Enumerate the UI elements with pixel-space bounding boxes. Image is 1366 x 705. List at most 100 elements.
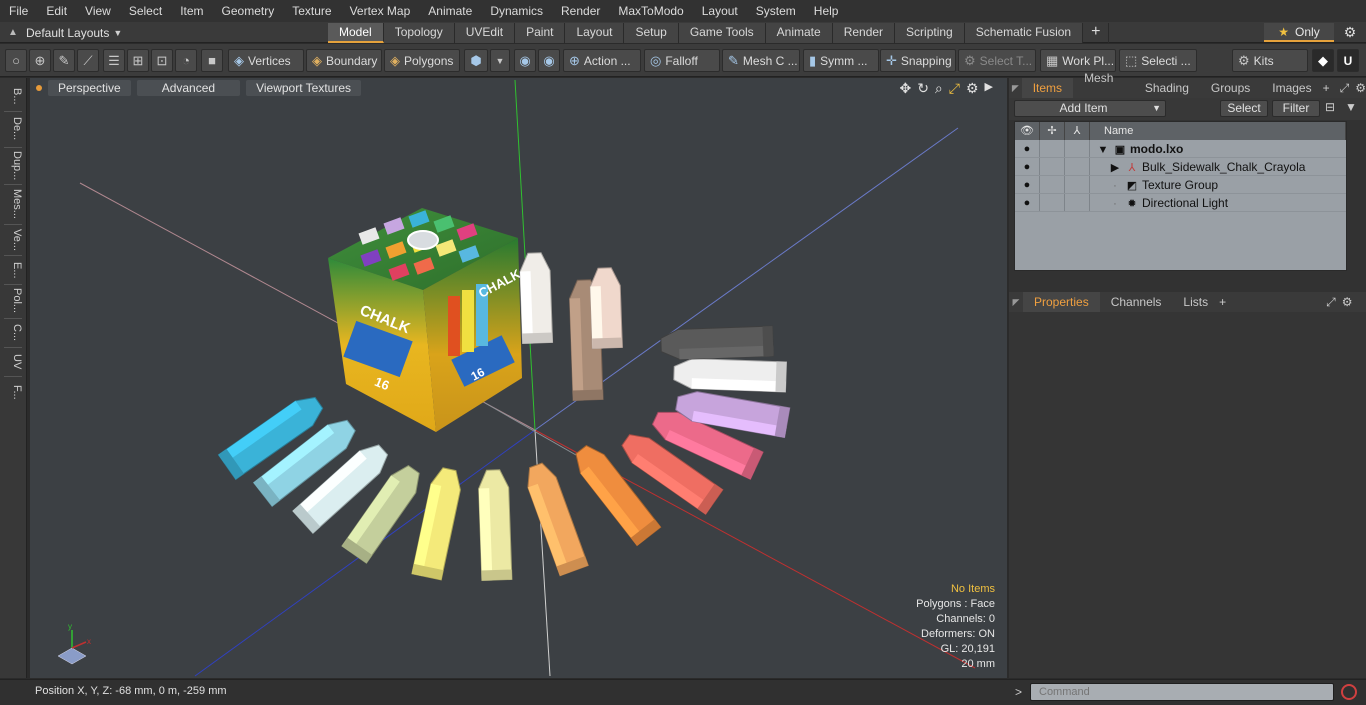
tab-model[interactable]: Model <box>328 23 384 43</box>
layout-selector[interactable]: ▲ Default Layouts ▼ <box>0 22 122 43</box>
tab-channels[interactable]: Channels <box>1100 292 1173 312</box>
add-tab-icon[interactable]: + <box>1219 295 1226 309</box>
maximize-panel-icon[interactable]: ⤢ <box>1326 295 1336 310</box>
item-row-mesh[interactable]: ● ▶ ⅄ Bulk_Sidewalk_Chalk_Crayola <box>1015 158 1346 176</box>
frame-button[interactable]: ⊡ <box>151 49 173 72</box>
lock-icon[interactable] <box>1040 194 1065 211</box>
maximize-icon[interactable]: ⤢ <box>949 80 960 97</box>
circle-select-button[interactable]: ○ <box>5 49 27 72</box>
menu-item[interactable]: Item <box>171 0 212 22</box>
tab-animate[interactable]: Animate <box>765 23 833 43</box>
tab-layout[interactable]: Layout <box>565 23 625 43</box>
menu-layout[interactable]: Layout <box>693 0 747 22</box>
lock-icon[interactable] <box>1040 176 1065 193</box>
pen-button[interactable]: ✎ <box>53 49 75 72</box>
symmetry-shape-button[interactable]: ◉ <box>538 49 560 72</box>
tab-items[interactable]: Items <box>1021 78 1074 98</box>
collapse-icon[interactable]: ⊟ <box>1325 100 1335 114</box>
menu-animate[interactable]: Animate <box>419 0 481 22</box>
eye-icon[interactable]: ● <box>1015 176 1040 193</box>
kits-button[interactable]: ⚙ Kits <box>1232 49 1308 72</box>
tab-paint[interactable]: Paint <box>515 23 566 43</box>
menu-geometry[interactable]: Geometry <box>213 0 284 22</box>
strip-tab-uv[interactable]: UV <box>3 350 23 374</box>
tab-game-tools[interactable]: Game Tools <box>678 23 766 43</box>
menu-maxtomodo[interactable]: MaxToModo <box>609 0 692 22</box>
pan-icon[interactable]: ✥ <box>899 80 911 97</box>
item-row-light[interactable]: ● · ✹ Directional Light <box>1015 194 1346 212</box>
menu-select[interactable]: Select <box>120 0 171 22</box>
item-row-scene[interactable]: ● ▼ ▣ modo.lxo <box>1015 140 1346 158</box>
tab-render[interactable]: Render <box>832 23 896 43</box>
viewport-menu-arrow-icon[interactable]: ▶ <box>985 80 993 97</box>
material-button[interactable]: ⬢ <box>464 49 488 72</box>
tab-schematic-fusion[interactable]: Schematic Fusion <box>964 23 1084 43</box>
tab-groups[interactable]: Groups <box>1200 78 1261 98</box>
only-button[interactable]: ★ Only <box>1264 23 1334 42</box>
boundary-button[interactable]: ◈ Boundary <box>306 49 382 72</box>
viewport-textures-button[interactable]: Viewport Textures <box>246 80 362 96</box>
menu-system[interactable]: System <box>747 0 805 22</box>
tab-images[interactable]: Images <box>1261 78 1322 98</box>
item-mode-button[interactable]: ■ <box>201 49 223 72</box>
filter-button[interactable]: Filter <box>1272 100 1320 117</box>
menu-dynamics[interactable]: Dynamics <box>481 0 552 22</box>
strip-tab-fusion[interactable]: F... <box>3 378 23 406</box>
command-input[interactable] <box>1030 683 1334 701</box>
menu-vertex-map[interactable]: Vertex Map <box>341 0 420 22</box>
zoom-icon[interactable]: ⌕ <box>935 80 943 97</box>
symmetry-button[interactable]: ▮ Symm ... <box>803 49 879 72</box>
tab-shading[interactable]: Shading <box>1134 78 1200 98</box>
perspective-button[interactable]: Perspective <box>48 80 131 96</box>
strip-tab-curve[interactable]: C... <box>3 321 23 345</box>
tab-properties[interactable]: Properties <box>1023 292 1100 312</box>
add-tab-button[interactable]: + <box>1083 23 1110 43</box>
grid-button[interactable]: ⊞ <box>127 49 149 72</box>
add-item-button[interactable]: Add Item ▼ <box>1014 100 1166 117</box>
rotate-icon[interactable]: ↻ <box>917 80 929 97</box>
action-center-button[interactable]: ⊕ Action ... <box>563 49 641 72</box>
panel-gear-icon[interactable]: ⚙ <box>1355 81 1366 95</box>
vertices-button[interactable]: ◈ Vertices <box>228 49 304 72</box>
item-row-texture-group[interactable]: ● · ◩ Texture Group <box>1015 176 1346 194</box>
viewport-gear-icon[interactable]: ⚙ <box>966 80 979 97</box>
falloff-button[interactable]: ◎ Falloff <box>644 49 720 72</box>
lock-icon[interactable] <box>1040 158 1065 175</box>
layers-button[interactable]: ☰ <box>103 49 125 72</box>
strip-tab-mesh-edit[interactable]: Mes... <box>3 186 23 222</box>
strip-tab-polygon[interactable]: Pol... <box>3 286 23 316</box>
name-column-header[interactable]: Name <box>1090 122 1346 140</box>
knife-button[interactable]: ⟋ <box>77 49 99 72</box>
menu-view[interactable]: View <box>76 0 120 22</box>
unreal-button[interactable]: U <box>1337 49 1359 72</box>
select-button[interactable]: Select <box>1220 100 1268 117</box>
collapse-arrow-icon[interactable]: ▼ <box>1096 141 1110 159</box>
unity-button[interactable]: ◆ <box>1312 49 1334 72</box>
material-dropdown[interactable]: ▼ <box>490 49 510 72</box>
lock-icon[interactable] <box>1040 140 1065 157</box>
tab-scripting[interactable]: Scripting <box>895 23 965 43</box>
maximize-panel-icon[interactable]: ⤢ <box>1340 81 1350 96</box>
symmetry-sphere-button[interactable]: ◉ <box>514 49 536 72</box>
globe-button[interactable]: ⊕ <box>29 49 51 72</box>
advanced-button[interactable]: Advanced <box>136 80 241 96</box>
eye-icon[interactable]: ● <box>1015 140 1040 157</box>
tab-topology[interactable]: Topology <box>383 23 455 43</box>
strip-tab-edge[interactable]: E... <box>3 258 23 282</box>
menu-render[interactable]: Render <box>552 0 609 22</box>
menu-edit[interactable]: Edit <box>37 0 76 22</box>
mesh-constraint-button[interactable]: ✎ Mesh C ... <box>722 49 800 72</box>
strip-tab-deform[interactable]: De... <box>3 114 23 144</box>
menu-texture[interactable]: Texture <box>283 0 340 22</box>
menu-file[interactable]: File <box>0 0 37 22</box>
funnel-icon[interactable]: ▼ <box>1345 100 1357 114</box>
select-through-button[interactable]: ⚙ Select T... <box>958 49 1036 72</box>
tab-lists[interactable]: Lists <box>1172 292 1219 312</box>
panel-gear-icon[interactable]: ⚙ <box>1342 295 1353 309</box>
snapping-button[interactable]: ✛ Snapping <box>880 49 956 72</box>
tab-uvedit[interactable]: UVEdit <box>454 23 516 43</box>
eye-icon[interactable]: ● <box>1015 158 1040 175</box>
eye-icon[interactable]: ● <box>1015 194 1040 211</box>
clock-button[interactable]: ◔ <box>175 49 197 72</box>
strip-tab-vertex[interactable]: Ve... <box>3 227 23 253</box>
